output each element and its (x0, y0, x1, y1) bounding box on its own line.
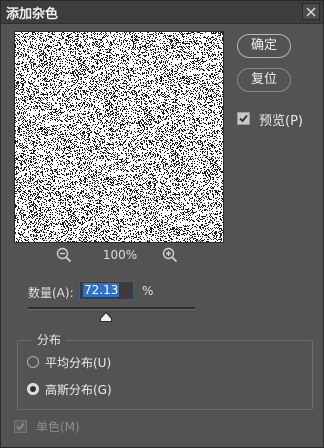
gaussian-radio-label[interactable]: 高斯分布(G) (45, 381, 112, 398)
preview-checkbox-label[interactable]: 预览(P) (259, 110, 303, 129)
ok-button[interactable]: 确定 (237, 34, 291, 58)
uniform-radio[interactable] (27, 356, 39, 368)
noise-preview-image (15, 32, 223, 242)
checkmark-icon (16, 422, 25, 431)
gaussian-radio[interactable] (27, 383, 39, 395)
preview-canvas[interactable] (14, 31, 224, 243)
close-icon (306, 7, 316, 17)
uniform-radio-label[interactable]: 平均分布(U) (45, 354, 111, 371)
monochromatic-checkbox-label: 单色(M) (36, 420, 80, 434)
preview-checkbox[interactable] (237, 112, 250, 125)
amount-unit: % (142, 284, 154, 298)
monochromatic-checkbox (14, 420, 27, 433)
add-noise-dialog: 添加杂色 100% 确定 复位 预览(P) 数量(A): 72.13 % 分布 … (0, 0, 324, 448)
checkmark-icon (239, 114, 248, 123)
amount-value: 72.13 (83, 283, 120, 297)
zoom-in-icon[interactable] (162, 247, 178, 263)
zoom-out-icon[interactable] (56, 247, 72, 263)
amount-slider-track[interactable] (28, 307, 195, 310)
zoom-level: 100% (102, 248, 138, 262)
reset-button[interactable]: 复位 (237, 68, 291, 92)
close-button[interactable] (302, 3, 320, 20)
distribution-group-label: 分布 (32, 331, 67, 348)
dialog-title: 添加杂色 (6, 7, 59, 22)
amount-input[interactable]: 72.13 (79, 281, 134, 300)
title-bar[interactable]: 添加杂色 (1, 1, 323, 24)
distribution-group (17, 340, 313, 410)
amount-label: 数量(A): (28, 286, 74, 300)
zoom-controls: 100% (14, 246, 222, 266)
amount-slider-thumb[interactable] (100, 312, 112, 322)
